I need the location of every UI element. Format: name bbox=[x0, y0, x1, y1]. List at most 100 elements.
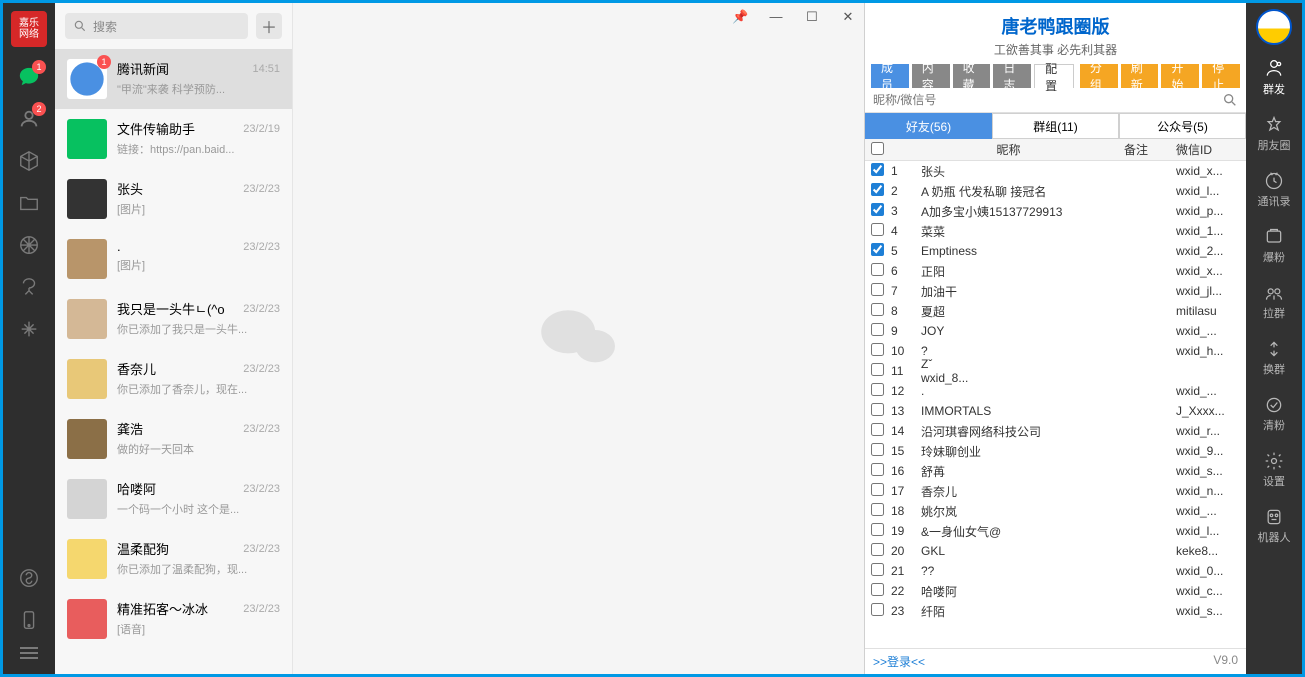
row-checkbox[interactable] bbox=[871, 283, 884, 296]
row-checkbox[interactable] bbox=[871, 583, 884, 596]
search-icon[interactable] bbox=[1222, 92, 1238, 108]
folder-icon[interactable] bbox=[17, 191, 41, 215]
member-row[interactable]: 16 舒苒 wxid_s... bbox=[865, 461, 1246, 481]
pin-icon[interactable]: 📌 bbox=[732, 9, 748, 25]
tool-label: 群发 bbox=[1263, 81, 1285, 97]
tab-logs[interactable]: 日志 bbox=[993, 64, 1031, 88]
chat-time: 23/2/23 bbox=[243, 303, 280, 315]
maximize-icon[interactable]: ☐ bbox=[804, 9, 820, 25]
tab-favorites[interactable]: 收藏 bbox=[953, 64, 991, 88]
member-row[interactable]: 2 A 奶瓶 代发私聊 接冠名 wxid_l... bbox=[865, 181, 1246, 201]
member-row[interactable]: 12 . wxid_... bbox=[865, 381, 1246, 401]
row-checkbox[interactable] bbox=[871, 183, 884, 196]
toolbar-item[interactable]: 通讯录 bbox=[1258, 167, 1291, 213]
chat-name: 我只是一头牛ㄴ(^o bbox=[117, 299, 225, 318]
toolbar-item[interactable]: 设置 bbox=[1263, 447, 1285, 493]
member-row[interactable]: 19 &一身仙女气@ wxid_l... bbox=[865, 521, 1246, 541]
chat-item[interactable]: 温柔配狗 23/2/23 你已添加了温柔配狗，现... bbox=[55, 529, 292, 589]
mini-program-icon[interactable] bbox=[17, 566, 41, 590]
row-checkbox[interactable] bbox=[871, 303, 884, 316]
chat-item[interactable]: 1 腾讯新闻 14:51 "甲流"来袭 科学预防... bbox=[55, 49, 292, 109]
add-button[interactable]: ＋ bbox=[256, 13, 282, 39]
row-checkbox[interactable] bbox=[871, 223, 884, 236]
row-checkbox[interactable] bbox=[871, 463, 884, 476]
chat-item[interactable]: 龚浩 23/2/23 做的好一天回本 bbox=[55, 409, 292, 469]
member-row[interactable]: 22 哈喽阿 wxid_c... bbox=[865, 581, 1246, 601]
row-checkbox[interactable] bbox=[871, 343, 884, 356]
member-row[interactable]: 21 ?? wxid_0... bbox=[865, 561, 1246, 581]
weixin-icon[interactable] bbox=[17, 275, 41, 299]
phone-icon[interactable] bbox=[17, 608, 41, 632]
row-checkbox[interactable] bbox=[871, 383, 884, 396]
member-row[interactable]: 17 香奈儿 wxid_n... bbox=[865, 481, 1246, 501]
member-row[interactable]: 14 沿河琪睿网络科技公司 wxid_r... bbox=[865, 421, 1246, 441]
chat-item[interactable]: 哈喽阿 23/2/23 一个码一个小时 这个是... bbox=[55, 469, 292, 529]
toolbar-item[interactable]: 机器人 bbox=[1258, 503, 1291, 549]
member-row[interactable]: 4 菜菜 wxid_1... bbox=[865, 221, 1246, 241]
member-row[interactable]: 23 纤陌 wxid_s... bbox=[865, 601, 1246, 621]
member-row[interactable]: 6 正阳 wxid_x... bbox=[865, 261, 1246, 281]
row-checkbox[interactable] bbox=[871, 403, 884, 416]
chat-item[interactable]: 文件传输助手 23/2/19 链接：https://pan.baid... bbox=[55, 109, 292, 169]
toolbar-item[interactable]: 换群 bbox=[1263, 335, 1285, 381]
row-checkbox[interactable] bbox=[871, 163, 884, 176]
chat-item[interactable]: 香奈儿 23/2/23 你已添加了香奈儿，现在... bbox=[55, 349, 292, 409]
toolbar-item[interactable]: 拉群 bbox=[1263, 279, 1285, 325]
btn-stop[interactable]: 停止 bbox=[1202, 64, 1240, 88]
member-row[interactable]: 11 Zˇ wxid_8... bbox=[865, 361, 1246, 381]
member-row[interactable]: 7 加油干 wxid_jl... bbox=[865, 281, 1246, 301]
member-row[interactable]: 20 GKL keke8... bbox=[865, 541, 1246, 561]
row-checkbox[interactable] bbox=[871, 363, 884, 376]
row-checkbox[interactable] bbox=[871, 443, 884, 456]
menu-icon[interactable] bbox=[17, 650, 41, 674]
member-row[interactable]: 1 张头 wxid_x... bbox=[865, 161, 1246, 181]
login-link[interactable]: >>登录<< bbox=[873, 653, 925, 670]
contacts-icon[interactable]: 2 bbox=[17, 107, 41, 131]
member-row[interactable]: 18 姚尔岚 wxid_... bbox=[865, 501, 1246, 521]
tab-config[interactable]: 配置 bbox=[1034, 64, 1074, 88]
btn-group[interactable]: 分组 bbox=[1080, 64, 1118, 88]
btn-refresh[interactable]: 刷新 bbox=[1121, 64, 1159, 88]
row-checkbox[interactable] bbox=[871, 203, 884, 216]
cat-friends[interactable]: 好友(56) bbox=[865, 113, 992, 139]
cat-mp[interactable]: 公众号(5) bbox=[1119, 113, 1246, 139]
cube-icon[interactable] bbox=[17, 149, 41, 173]
cat-groups[interactable]: 群组(11) bbox=[992, 113, 1119, 139]
toolbar-item[interactable]: 清粉 bbox=[1263, 391, 1285, 437]
close-icon[interactable]: ✕ bbox=[840, 9, 856, 25]
row-checkbox[interactable] bbox=[871, 263, 884, 276]
row-checkbox[interactable] bbox=[871, 243, 884, 256]
member-search-input[interactable] bbox=[873, 93, 1222, 107]
select-all-checkbox[interactable] bbox=[871, 142, 884, 155]
chat-item[interactable]: 我只是一头牛ㄴ(^o 23/2/23 你已添加了我只是一头牛... bbox=[55, 289, 292, 349]
member-row[interactable]: 8 夏超 mitilasu bbox=[865, 301, 1246, 321]
toolbar-item[interactable]: 朋友圈 bbox=[1258, 111, 1291, 157]
toolbar-item[interactable]: 爆粉 bbox=[1263, 223, 1285, 269]
btn-start[interactable]: 开始 bbox=[1161, 64, 1199, 88]
tab-content[interactable]: 内容 bbox=[912, 64, 950, 88]
member-row[interactable]: 3 A加多宝小姨15137729913 wxid_p... bbox=[865, 201, 1246, 221]
row-checkbox[interactable] bbox=[871, 423, 884, 436]
chat-item[interactable]: 精准拓客～冰冰 23/2/23 [语音] bbox=[55, 589, 292, 649]
member-row[interactable]: 9 JOY wxid_... bbox=[865, 321, 1246, 341]
row-checkbox[interactable] bbox=[871, 503, 884, 516]
member-row[interactable]: 13 IMMORTALS J_Xxxx... bbox=[865, 401, 1246, 421]
tab-members[interactable]: 成员 bbox=[871, 64, 909, 88]
row-checkbox[interactable] bbox=[871, 603, 884, 616]
row-nickname: . bbox=[921, 384, 1096, 398]
row-checkbox[interactable] bbox=[871, 523, 884, 536]
moments-icon[interactable] bbox=[17, 233, 41, 257]
search-input[interactable]: 搜索 bbox=[65, 13, 248, 39]
row-checkbox[interactable] bbox=[871, 563, 884, 576]
toolbar-item[interactable]: 群发 bbox=[1263, 55, 1285, 101]
member-row[interactable]: 15 玲妹聊创业 wxid_9... bbox=[865, 441, 1246, 461]
chat-item[interactable]: . 23/2/23 [图片] bbox=[55, 229, 292, 289]
member-row[interactable]: 5 Emptiness wxid_2... bbox=[865, 241, 1246, 261]
spark-icon[interactable] bbox=[17, 317, 41, 341]
chat-icon[interactable]: 1 bbox=[17, 65, 41, 89]
chat-item[interactable]: 张头 23/2/23 [图片] bbox=[55, 169, 292, 229]
row-checkbox[interactable] bbox=[871, 323, 884, 336]
row-checkbox[interactable] bbox=[871, 483, 884, 496]
minimize-icon[interactable]: — bbox=[768, 9, 784, 25]
row-checkbox[interactable] bbox=[871, 543, 884, 556]
